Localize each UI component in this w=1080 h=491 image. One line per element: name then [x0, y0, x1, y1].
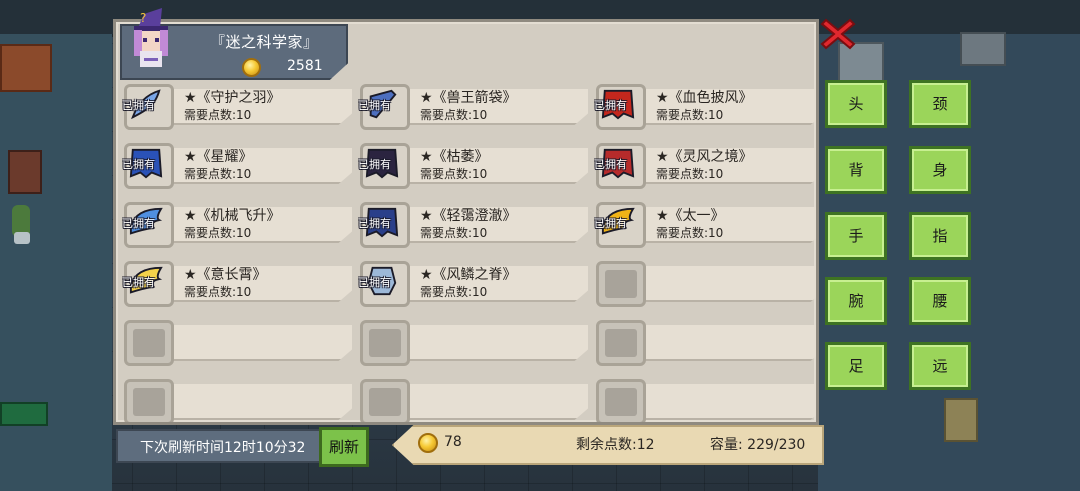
empty-slot-inner	[605, 388, 637, 416]
owned-label: 已拥有	[358, 99, 391, 112]
empty-slot	[596, 261, 646, 307]
slot-button-6[interactable]: 腕	[825, 277, 887, 325]
owned-label: 已拥有	[122, 217, 155, 230]
empty-item-slot[interactable]	[592, 261, 816, 307]
item-slot[interactable]: 已拥有 ★《枯萎》需要点数:10	[356, 143, 588, 189]
empty-slot-inner	[133, 388, 165, 416]
empty-slot-inner	[369, 329, 401, 357]
empty-slot-inner	[605, 329, 637, 357]
item-name: ★《机械飞升》	[184, 208, 281, 224]
empty-item-slot[interactable]	[120, 320, 352, 366]
item-slot[interactable]: 已拥有 ★《灵风之境》 需要点数:10	[592, 143, 816, 189]
owned-label: 已拥有	[358, 276, 391, 289]
slot-button-7[interactable]: 腰	[909, 277, 971, 325]
item-name: ★《守护之羽》	[184, 90, 281, 106]
witch-avatar-icon: ?	[134, 8, 168, 67]
empty-slot	[596, 379, 646, 422]
vase-decoration	[14, 232, 30, 244]
item-cost: 需要点数:10	[420, 108, 488, 122]
item-cost: 需要点数:10	[656, 167, 724, 181]
owned-label: 已拥有	[594, 217, 627, 230]
machine-decoration	[944, 398, 978, 442]
item-slot[interactable]: 已拥有 ★《兽王箭袋》 需要点数:10	[356, 84, 588, 130]
owned-label: 已拥有	[122, 276, 155, 289]
empty-slot-inner	[369, 388, 401, 416]
refresh-button[interactable]: 刷新	[319, 427, 369, 467]
item-slot[interactable]: 已拥有 ★《星耀》需要点数:10	[120, 143, 352, 189]
item-cost: 需要点数:10	[184, 167, 252, 181]
slot-button-0[interactable]: 头	[825, 80, 887, 128]
slot-button-4[interactable]: 手	[825, 212, 887, 260]
item-name: ★《风鳞之脊》	[420, 267, 517, 283]
svg-text:?: ?	[140, 11, 146, 25]
empty-item-slot[interactable]	[120, 379, 352, 422]
remaining-points: 剩余点数:12	[576, 437, 655, 453]
gold-coin-icon	[242, 58, 261, 77]
item-cost: 需要点数:10	[656, 226, 724, 240]
wardrobe-panel: 已拥有 ★《守护之羽》 需要点数:10 已拥有 ★《兽王箭袋》 需要点数:10 已拥有 ★《血…	[113, 8, 819, 425]
item-slot[interactable]: 已拥有 ★《轻霭澄澈》 需要点数:10	[356, 202, 588, 248]
item-slot[interactable]: 已拥有 ★《血色披风》 需要点数:10	[592, 84, 816, 130]
refresh-timer: 下次刷新时间12时10分32	[116, 429, 322, 463]
owned-label: 已拥有	[358, 158, 391, 171]
close-icon[interactable]	[820, 16, 856, 52]
owned-label: 已拥有	[122, 158, 155, 171]
owned-label: 已拥有	[594, 158, 627, 171]
item-cost: 需要点数:10	[420, 285, 488, 299]
item-name: ★《血色披风》	[656, 90, 753, 106]
empty-slot-inner	[133, 329, 165, 357]
item-cost: 需要点数:10	[184, 285, 252, 299]
empty-slot	[360, 379, 410, 422]
empty-slot	[360, 320, 410, 366]
empty-item-slot[interactable]	[592, 379, 816, 422]
slot-button-1[interactable]: 颈	[909, 80, 971, 128]
item-slot[interactable]: 已拥有 ★《风鳞之脊》 需要点数:10	[356, 261, 588, 307]
owned-label: 已拥有	[122, 99, 155, 112]
empty-item-slot[interactable]	[356, 320, 588, 366]
empty-slot	[124, 379, 174, 422]
item-cost: 需要点数:10	[420, 167, 488, 181]
item-name: ★《枯萎》	[420, 149, 489, 165]
slot-button-8[interactable]: 足	[825, 342, 887, 390]
chair-decoration	[8, 150, 42, 194]
slot-button-5[interactable]: 指	[909, 212, 971, 260]
item-name: ★《轻霭澄澈》	[420, 208, 517, 224]
item-slot[interactable]: 已拥有 ★《意长霄》 需要点数:10	[120, 261, 352, 307]
owned-label: 已拥有	[594, 99, 627, 112]
character-gold: 2581	[287, 58, 323, 74]
empty-slot	[124, 320, 174, 366]
empty-slot	[596, 320, 646, 366]
item-name: ★《兽王箭袋》	[420, 90, 517, 106]
item-name: ★《意长霄》	[184, 267, 267, 283]
empty-slot-inner	[605, 270, 637, 298]
slot-button-3[interactable]: 身	[909, 146, 971, 194]
item-slot[interactable]: 已拥有 ★《守护之羽》 需要点数:10	[120, 84, 352, 130]
item-slot[interactable]: 已拥有 ★《机械飞升》 需要点数:10	[120, 202, 352, 248]
item-cost: 需要点数:10	[184, 108, 252, 122]
empty-item-slot[interactable]	[356, 379, 588, 422]
gold-amount: 78	[444, 434, 462, 450]
slot-button-9[interactable]: 远	[909, 342, 971, 390]
item-name: ★《太一》	[656, 208, 725, 224]
item-cost: 需要点数:10	[656, 108, 724, 122]
circuit-board-decoration	[0, 402, 48, 426]
item-cost: 需要点数:10	[420, 226, 488, 240]
gold-coin-icon	[418, 433, 438, 453]
item-slot[interactable]: 已拥有 ★《太一》需要点数:10	[592, 202, 816, 248]
empty-item-slot[interactable]	[592, 320, 816, 366]
item-name: ★《灵风之境》	[656, 149, 753, 165]
cabinet-decoration	[0, 44, 52, 92]
owned-label: 已拥有	[358, 217, 391, 230]
character-name: 『迷之科学家』	[210, 33, 319, 51]
item-name: ★《星耀》	[184, 149, 253, 165]
slot-button-2[interactable]: 背	[825, 146, 887, 194]
capacity: 容量: 229/230	[710, 437, 806, 453]
item-grid[interactable]: 已拥有 ★《守护之羽》 需要点数:10 已拥有 ★《兽王箭袋》 需要点数:10 已拥有 ★《血…	[116, 22, 816, 422]
item-cost: 需要点数:10	[184, 226, 252, 240]
machine-decoration	[960, 32, 1006, 66]
